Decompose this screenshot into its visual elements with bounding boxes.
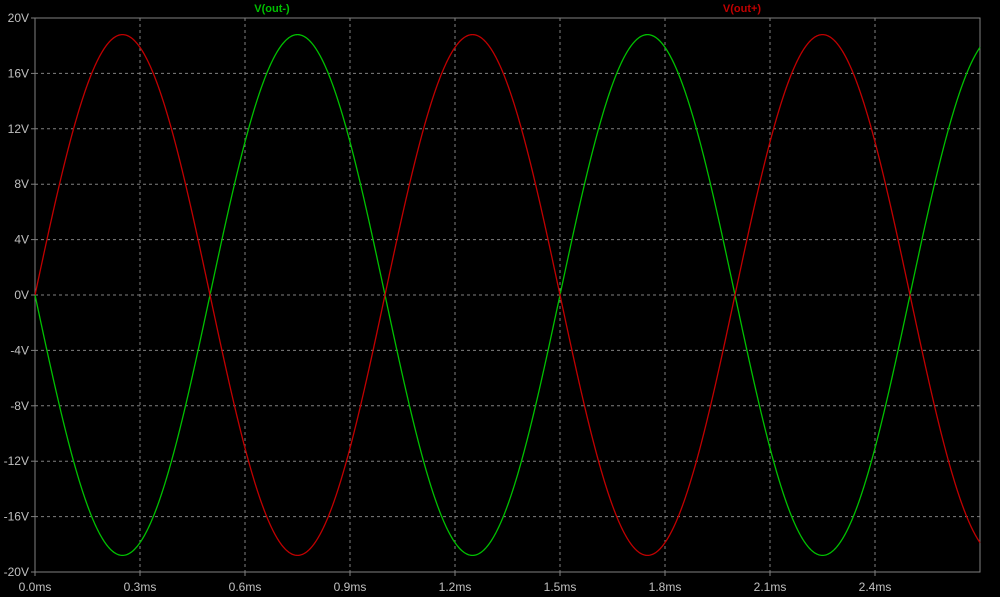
y-tick-label: 16V bbox=[8, 66, 29, 80]
plot-border bbox=[34, 17, 981, 573]
legend: V(out-) V(out+) bbox=[254, 3, 761, 15]
y-tick-label: 0V bbox=[14, 288, 29, 302]
x-tick-label: 1.5ms bbox=[544, 580, 577, 594]
series-line-vout bbox=[34, 33, 981, 557]
grid bbox=[35, 18, 980, 572]
x-tick-label: 0.3ms bbox=[124, 580, 157, 594]
y-tick-label: -16V bbox=[4, 510, 29, 524]
y-tick-label: -4V bbox=[10, 343, 29, 357]
legend-entry: V(out+) bbox=[723, 3, 762, 15]
y-tick-label: -20V bbox=[4, 565, 29, 579]
y-tick-label: -8V bbox=[10, 399, 29, 413]
y-axis-ticks: 20V 16V 12V 8V 4V 0V -4V -8V -12V -16V -20V bbox=[4, 11, 35, 579]
x-tick-label: 1.8ms bbox=[649, 580, 682, 594]
x-tick-label: 1.2ms bbox=[439, 580, 472, 594]
x-tick-label: 2.1ms bbox=[754, 580, 787, 594]
x-tick-label: 2.4ms bbox=[859, 580, 892, 594]
legend-entry: V(out-) bbox=[254, 3, 290, 15]
x-tick-label: 0.0ms bbox=[19, 580, 52, 594]
y-tick-label: -12V bbox=[4, 454, 29, 468]
series-line-vout bbox=[34, 33, 981, 557]
x-tick-label: 0.9ms bbox=[334, 580, 367, 594]
series-layer bbox=[34, 33, 981, 557]
y-tick-label: 8V bbox=[14, 177, 29, 191]
y-tick-label: 20V bbox=[8, 11, 29, 25]
x-axis-ticks: 0.0ms 0.3ms 0.6ms 0.9ms 1.2ms 1.5ms 1.8ms 2.1ms… bbox=[19, 572, 892, 594]
plot-frame bbox=[34, 17, 981, 573]
y-tick-label: 4V bbox=[14, 233, 29, 247]
y-tick-label: 12V bbox=[8, 122, 29, 136]
waveform-plot: 20V16V12V8V4V0V-4V-8V-12V-16V-20V 0.0ms 0… bbox=[4, 3, 981, 594]
x-tick-label: 0.6ms bbox=[229, 580, 262, 594]
